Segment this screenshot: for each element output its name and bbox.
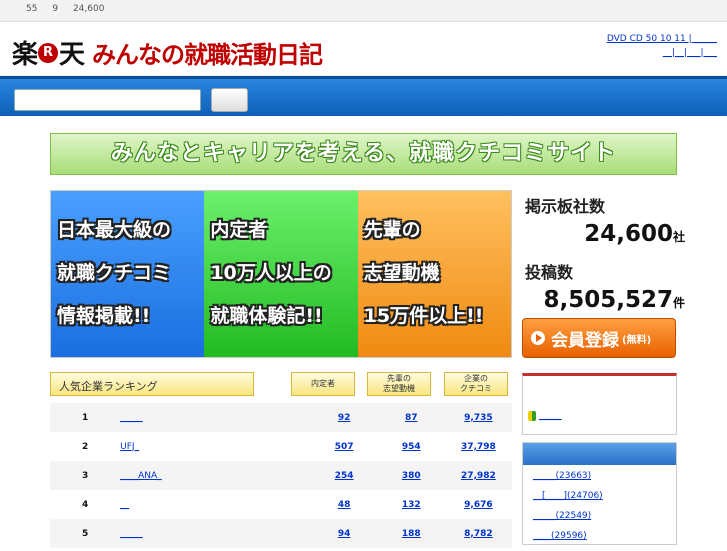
hero-text: 内定者 (210, 219, 268, 241)
posts-count-unit: 件 (672, 296, 685, 310)
register-note: (無料) (622, 334, 652, 346)
hero-text: 先輩の (363, 219, 421, 241)
offers-count-link[interactable]: 92 (338, 413, 351, 423)
reviews-count-link[interactable]: 37,798 (461, 442, 496, 452)
company-link[interactable]: _____ (120, 413, 143, 423)
reviews-count-link[interactable]: 9,735 (464, 413, 492, 423)
hero-text: 日本最大級の (57, 219, 172, 241)
company-link[interactable]: __ (120, 500, 129, 510)
beginner-box: _____ (522, 373, 677, 435)
table-row: 4 __ 48 132 9,676 (50, 490, 512, 519)
ranking-title: 人気企業ランキング (50, 372, 254, 396)
category-link[interactable]: ____(29596) (533, 531, 587, 541)
search-button[interactable] (211, 88, 248, 112)
posts-count-label: 投稿数 (525, 263, 574, 282)
company-link[interactable]: _____ (120, 529, 143, 539)
hero-text: 情報掲載!! (57, 305, 151, 327)
rakuten-logo-ten: 天 (59, 40, 85, 70)
register-button[interactable]: 会員登録 (無料) (522, 318, 676, 358)
popular-company-ranking: 人気企業ランキング 内定者 先輩の 志望動機 企業の クチコミ 1 _____ 92… (50, 372, 512, 548)
beginner-link[interactable]: _____ (539, 411, 562, 421)
table-row: 2 UFJ_ 507 954 37,798 (50, 432, 512, 461)
hero-column-reviews: 日本最大級の 就職クチコミ 情報掲載!! (51, 191, 205, 357)
motivation-count-link[interactable]: 188 (402, 529, 421, 539)
motivation-count-link[interactable]: 954 (402, 442, 421, 452)
hero-text: 就職クチコミ (57, 262, 172, 284)
rank-number: 1 (50, 403, 121, 432)
reviews-count-link[interactable]: 9,676 (464, 500, 492, 510)
hero-column-offers: 内定者 10万人以上の 就職体験記!! (204, 191, 358, 357)
hero-banner[interactable]: 日本最大級の 就職クチコミ 情報掲載!! 内定者 10万人以上の 就職体験記!!… (50, 190, 512, 358)
category-box-header (523, 443, 676, 465)
board-count-value: 24,600 (584, 221, 673, 247)
hero-column-motivation: 先輩の 志望動機 15万件以上!! (357, 191, 511, 357)
tagline-banner: みんなとキャリアを考える、就職クチコミサイト (50, 133, 677, 175)
site-logo[interactable]: 楽 R 天 みんなの就職活動日記 (12, 34, 323, 71)
col-header-reviews: 企業の クチコミ (444, 372, 508, 396)
table-row: 5 _____ 94 188 8,782 (50, 519, 512, 548)
table-row: 3 ____ANA_ 254 380 27,982 (50, 461, 512, 490)
category-box: _____(23663) __[____](24706) _____(22549… (522, 442, 677, 545)
motivation-count-link[interactable]: 380 (402, 471, 421, 481)
rakuten-logo-raku: 楽 (12, 40, 38, 70)
offers-count-link[interactable]: 48 (338, 500, 351, 510)
play-icon (531, 331, 545, 345)
board-count-unit: 社 (672, 230, 685, 244)
header-link-row1[interactable]: DVD CD 50 10 11 | _____ (607, 34, 717, 44)
hero-text: 志望動機 (363, 262, 440, 284)
offers-count-link[interactable]: 507 (335, 442, 354, 452)
register-label: 会員登録 (551, 330, 619, 351)
category-link[interactable]: __[____](24706) (533, 491, 603, 501)
hero-text: 就職体験記!! (210, 305, 323, 327)
top-utility-bar: 55 9 24,600 (0, 0, 727, 22)
topbar-item-1[interactable]: 55 (26, 4, 37, 14)
company-link[interactable]: ____ANA_ (120, 471, 162, 481)
reviews-count-link[interactable]: 8,782 (464, 529, 492, 539)
board-count-label: 掲示板社数 (525, 197, 606, 216)
col-header-motivation: 先輩の 志望動機 (367, 372, 431, 396)
topbar-item-3: 24,600 (72, 4, 105, 14)
header-links: DVD CD 50 10 11 | _____ __|__|___|___ (607, 32, 717, 60)
offers-count-link[interactable]: 94 (338, 529, 351, 539)
rank-number: 4 (81, 499, 89, 510)
board-count: 24,600社 (525, 221, 715, 247)
search-input[interactable] (14, 89, 201, 111)
col-header-offers: 内定者 (291, 372, 355, 396)
hero-text: 10万人以上の (210, 262, 332, 284)
search-bar (0, 76, 727, 116)
offers-count-link[interactable]: 254 (335, 471, 354, 481)
company-link[interactable]: UFJ_ (120, 442, 139, 452)
site-header: 楽 R 天 みんなの就職活動日記 DVD CD 50 10 11 | _____… (0, 22, 727, 76)
motivation-count-link[interactable]: 87 (405, 413, 418, 423)
table-row: 1 _____ 92 87 9,735 (50, 403, 512, 432)
rakuten-r-icon: R (38, 42, 59, 63)
posts-count: 8,505,527件 (525, 287, 715, 313)
category-link[interactable]: _____(22549) (533, 511, 591, 521)
header-link-row2[interactable]: __|__|___|___ (663, 48, 717, 58)
hero-text: 15万件以上!! (363, 305, 484, 327)
posts-count-value: 8,505,527 (543, 287, 673, 313)
site-stats: 掲示板社数 24,600社 投稿数 8,505,527件 (525, 193, 715, 325)
site-title: みんなの就職活動日記 (92, 41, 323, 69)
rank-number: 5 (50, 519, 121, 548)
motivation-count-link[interactable]: 132 (402, 500, 421, 510)
category-link[interactable]: _____(23663) (533, 471, 591, 481)
rank-number: 3 (50, 461, 121, 490)
ranking-table: 1 _____ 92 87 9,735 2 UFJ_ 507 954 37,798 3 ____ANA… (50, 403, 512, 548)
beginner-leaf-icon (528, 411, 536, 421)
rank-number: 2 (81, 441, 89, 452)
topbar-item-2[interactable]: 9 (52, 4, 58, 14)
reviews-count-link[interactable]: 27,982 (461, 471, 496, 481)
